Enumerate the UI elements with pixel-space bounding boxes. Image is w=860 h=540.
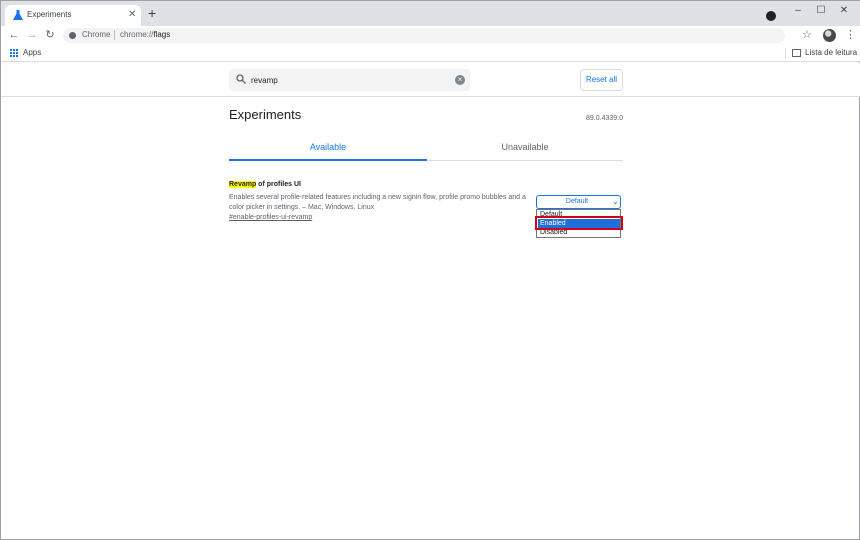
reading-list-icon[interactable] xyxy=(792,49,801,57)
back-icon[interactable]: ← xyxy=(7,28,21,42)
select-value: Default xyxy=(565,198,589,205)
experiment-title-rest: of profiles UI xyxy=(256,181,301,188)
experiment-title: Revamp of profiles UI xyxy=(229,181,301,188)
flags-header: × Reset all xyxy=(1,63,860,97)
experiment-select[interactable]: Default ⌄ xyxy=(536,195,621,209)
apps-icon[interactable] xyxy=(10,49,19,58)
tab-unavailable[interactable]: Unavailable xyxy=(427,139,623,161)
tab-strip: Experiments ✕ + – ☐ ✕ xyxy=(1,1,860,26)
menu-icon[interactable]: ⋮ xyxy=(845,28,856,41)
search-icon xyxy=(236,74,246,84)
annotation-highlight-box xyxy=(535,216,623,230)
tab-available[interactable]: Available xyxy=(229,139,427,161)
plus-icon[interactable]: + xyxy=(148,6,156,20)
avatar[interactable] xyxy=(823,29,836,42)
version-label: 89.0.4339.0 xyxy=(586,115,623,122)
forward-icon[interactable]: → xyxy=(25,28,39,42)
close-window-button[interactable]: ✕ xyxy=(837,4,851,18)
tab-experiments[interactable]: Experiments ✕ xyxy=(5,5,141,26)
page-title: Experiments xyxy=(229,107,302,122)
bookmarks-bar: Apps Lista de leitura xyxy=(1,45,860,62)
close-icon[interactable]: ✕ xyxy=(128,9,136,21)
star-icon[interactable]: ☆ xyxy=(802,28,812,41)
maximize-button[interactable]: ☐ xyxy=(814,4,828,18)
search-box[interactable]: × xyxy=(229,69,470,91)
site-info-icon[interactable] xyxy=(69,32,76,39)
experiment-description: Enables several profile-related features… xyxy=(229,194,526,211)
tab-title: Experiments xyxy=(27,10,72,19)
chrome-flags-favicon xyxy=(13,10,23,20)
media-control-icon[interactable] xyxy=(766,11,776,21)
minimize-button[interactable]: – xyxy=(791,4,805,18)
url-separator xyxy=(114,30,115,40)
chevron-down-icon: ⌄ xyxy=(612,197,619,206)
divider xyxy=(785,48,786,59)
search-input[interactable] xyxy=(251,74,451,86)
active-tab-indicator xyxy=(229,159,427,161)
url-text[interactable]: chrome://flags xyxy=(120,30,170,39)
clear-icon[interactable]: × xyxy=(455,75,465,85)
toolbar: ← → ↻ Chrome chrome://flags xyxy=(1,26,860,45)
site-chip: Chrome xyxy=(82,30,111,39)
reset-all-button[interactable]: Reset all xyxy=(580,69,623,91)
reload-icon[interactable]: ↻ xyxy=(43,28,57,42)
experiment-link[interactable]: #enable-profiles-ui-revamp xyxy=(229,214,312,221)
search-highlight: Revamp xyxy=(229,181,257,188)
address-bar[interactable]: Chrome chrome://flags xyxy=(63,28,785,43)
reading-list-label[interactable]: Lista de leitura xyxy=(805,48,857,57)
apps-label[interactable]: Apps xyxy=(23,48,41,57)
browser-window: Experiments ✕ + – ☐ ✕ ← → ↻ Chrome chrom… xyxy=(0,0,860,540)
